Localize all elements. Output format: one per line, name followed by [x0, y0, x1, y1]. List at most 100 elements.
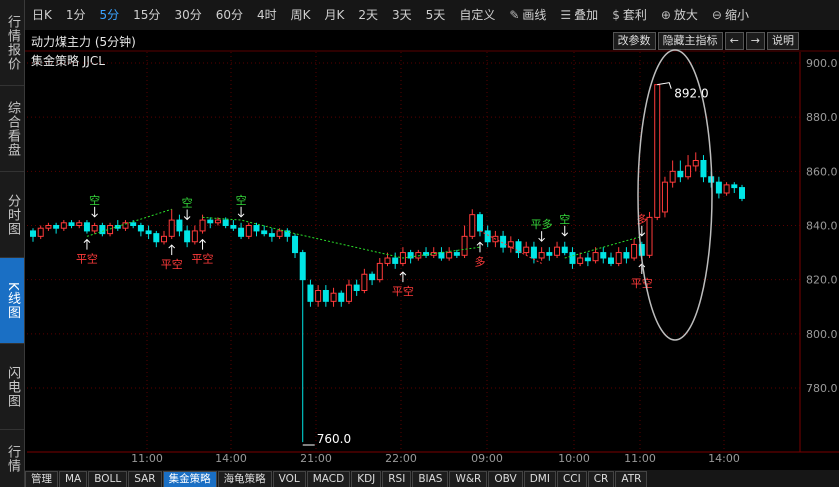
- candle-body: [669, 170, 676, 183]
- candle-body: [76, 222, 83, 227]
- candle-body: [546, 252, 553, 256]
- candle-body: [91, 225, 98, 232]
- indicator-tab-6[interactable]: VOL: [272, 471, 306, 487]
- candle-body: [569, 252, 576, 264]
- high-annotation: 892.0: [674, 87, 708, 101]
- y-tick-label: 800.0: [806, 328, 838, 341]
- indicator-tab-12[interactable]: OBV: [488, 471, 523, 487]
- candle-body: [392, 257, 399, 264]
- candle-body: [484, 230, 491, 243]
- indicator-tab-11[interactable]: W&R: [449, 471, 488, 487]
- y-tick-label: 820.0: [806, 274, 838, 287]
- indicator-tab-16[interactable]: ATR: [615, 471, 648, 487]
- candle-body: [700, 160, 707, 178]
- candle-body: [538, 252, 545, 259]
- indicator-tab-1[interactable]: MA: [59, 471, 88, 487]
- indicator-tab-3[interactable]: SAR: [128, 471, 162, 487]
- candle-body: [238, 227, 245, 237]
- signal-label: 平空: [631, 276, 653, 290]
- signal-label: 空: [236, 193, 247, 207]
- indicator-tab-13[interactable]: DMI: [523, 471, 556, 487]
- candle-body: [361, 273, 368, 291]
- candle-body: [307, 284, 314, 302]
- candle-body: [469, 214, 476, 237]
- candle-body: [191, 230, 198, 243]
- candle-body: [715, 181, 722, 194]
- candle-body: [161, 235, 168, 243]
- candle-body: [184, 230, 191, 243]
- y-tick-label: 880.0: [806, 111, 838, 124]
- indicator-tab-8[interactable]: KDJ: [351, 471, 382, 487]
- x-tick-label: 11:00: [624, 452, 656, 465]
- candle-body: [577, 257, 584, 264]
- candle-body: [677, 170, 684, 178]
- candle-body: [731, 184, 738, 189]
- candle-body: [45, 225, 52, 229]
- candle-body: [723, 184, 730, 194]
- signal-label: 空: [89, 193, 100, 207]
- y-tick-label: 900.0: [806, 57, 838, 70]
- candle-body: [353, 284, 360, 292]
- candle-body: [607, 257, 614, 264]
- candle-body: [268, 233, 275, 237]
- candle-body: [153, 233, 160, 243]
- candle-body: [446, 252, 453, 259]
- low-annotation: 760.0: [317, 432, 351, 446]
- candle-body: [476, 214, 483, 232]
- candle-body: [584, 257, 591, 262]
- indicator-tab-4[interactable]: 集金策略: [162, 471, 217, 487]
- candle-body: [523, 246, 530, 254]
- candle-body: [554, 246, 561, 256]
- candle-body: [646, 216, 653, 256]
- indicator-tab-5[interactable]: 海龟策略: [217, 471, 272, 487]
- x-tick-label: 22:00: [385, 452, 417, 465]
- indicator-tab-0[interactable]: 管理: [25, 471, 58, 487]
- candle-body: [315, 290, 322, 302]
- candle-body: [292, 235, 299, 254]
- candle-body: [461, 235, 468, 256]
- x-tick-label: 11:00: [131, 452, 163, 465]
- kline-chart[interactable]: 900.0 880.0 860.0 840.0 820.0 800.0 780.0 11:00…: [0, 0, 839, 487]
- signal-label: 平空: [76, 252, 98, 266]
- candle-body: [530, 246, 537, 259]
- indicator-tab-15[interactable]: CR: [587, 471, 615, 487]
- candle-body: [99, 225, 106, 235]
- signal-label: 多: [474, 254, 485, 268]
- candle-body: [199, 219, 206, 232]
- candle-body: [261, 230, 268, 235]
- candle-body: [369, 273, 376, 281]
- y-tick-label: 780.0: [806, 382, 838, 395]
- candle-body: [68, 222, 75, 227]
- candle-body: [230, 225, 237, 229]
- candle-body: [453, 252, 460, 256]
- candle-body: [107, 225, 114, 235]
- candle-body: [245, 225, 252, 237]
- indicator-tab-2[interactable]: BOLL: [88, 471, 128, 487]
- candle-body: [60, 222, 67, 229]
- candle-body: [53, 225, 60, 229]
- candle-body: [376, 262, 383, 281]
- indicator-tab-7[interactable]: MACD: [306, 471, 351, 487]
- candle-body: [253, 225, 260, 232]
- candle-body: [338, 292, 345, 302]
- signal-label: 空: [559, 212, 570, 226]
- x-tick-label: 14:00: [215, 452, 247, 465]
- x-tick-label: 09:00: [471, 452, 503, 465]
- indicator-tab-10[interactable]: BIAS: [412, 471, 449, 487]
- candle-body: [130, 222, 137, 227]
- candle-body: [438, 252, 445, 259]
- candle-body: [685, 165, 692, 178]
- candle-body: [615, 252, 622, 264]
- y-tick-label: 840.0: [806, 220, 838, 233]
- candle-body: [222, 219, 229, 226]
- candle-body: [623, 252, 630, 259]
- candle-body: [661, 181, 668, 213]
- candle-body: [592, 252, 599, 262]
- candle-body: [322, 290, 329, 302]
- indicator-tab-9[interactable]: RSI: [382, 471, 412, 487]
- candle-body: [415, 252, 422, 259]
- candle-body: [145, 230, 152, 235]
- candle-body: [345, 284, 352, 302]
- indicator-tab-14[interactable]: CCI: [556, 471, 587, 487]
- y-tick-label: 860.0: [806, 165, 838, 178]
